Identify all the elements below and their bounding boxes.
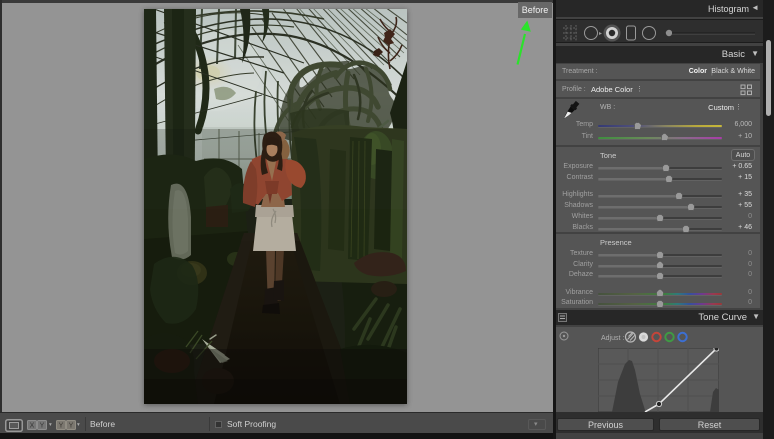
svg-text:X: X: [30, 423, 35, 430]
svg-text:Y: Y: [69, 423, 74, 430]
svg-text:Y: Y: [59, 423, 64, 430]
svg-text:Y: Y: [40, 423, 45, 430]
